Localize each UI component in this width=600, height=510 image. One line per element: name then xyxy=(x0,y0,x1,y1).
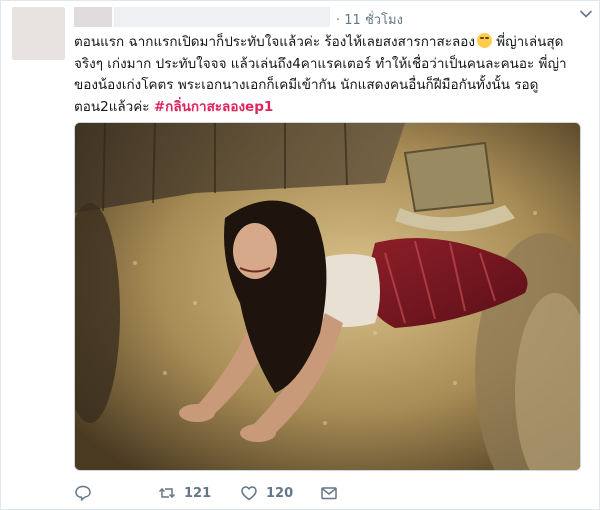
drama-scene-photo-icon xyxy=(75,123,580,470)
avatar[interactable] xyxy=(12,7,65,60)
tweet-actions: 121 120 xyxy=(74,481,579,505)
tweet-card[interactable]: · 11 ชั่วโมง ตอนแรก ฉากแรกเปิดมาก็ประทับ… xyxy=(0,0,600,510)
like-count: 120 xyxy=(266,485,294,501)
hashtag-link[interactable]: #กลิ่นกาสะลองep1 xyxy=(154,99,273,115)
retweet-count: 121 xyxy=(184,485,212,501)
tweet-line-3: ของน้องเก่งโคตร พระเอกนางเอกก็เคมีเข้ากั… xyxy=(74,77,539,93)
redacted-username[interactable] xyxy=(114,7,330,27)
retweet-icon xyxy=(158,487,176,499)
retweet-button[interactable]: 121 xyxy=(158,481,211,505)
crying-face-emoji-icon xyxy=(476,33,492,48)
tweet-line-2: จริงๆ เก่งมาก ประทับใจจจ แล้วเล่นถึง4คาแ… xyxy=(74,55,567,72)
tweet-line-1: ตอนแรก ฉากแรกเปิดมาก็ประทับใจแล้วค่ะ ร้อ… xyxy=(74,33,564,50)
tweet-photo[interactable] xyxy=(74,122,581,471)
reply-button[interactable] xyxy=(74,481,92,505)
envelope-icon xyxy=(321,487,337,500)
redacted-display-name[interactable] xyxy=(74,7,112,27)
reply-icon xyxy=(75,485,91,501)
tweet-header: · 11 ชั่วโมง xyxy=(74,7,574,31)
tweet-line-4: ตอน2แล้วค่ะ #กลิ่นกาสะลองep1 xyxy=(74,98,274,115)
direct-message-button[interactable] xyxy=(320,481,338,505)
chevron-down-icon[interactable] xyxy=(579,7,593,21)
like-button[interactable]: 120 xyxy=(240,481,293,505)
tweet-text: ตอนแรก ฉากแรกเปิดมาก็ประทับใจแล้วค่ะ ร้อ… xyxy=(74,32,579,118)
timestamp[interactable]: · 11 ชั่วโมง xyxy=(336,9,403,30)
heart-icon xyxy=(241,486,257,501)
